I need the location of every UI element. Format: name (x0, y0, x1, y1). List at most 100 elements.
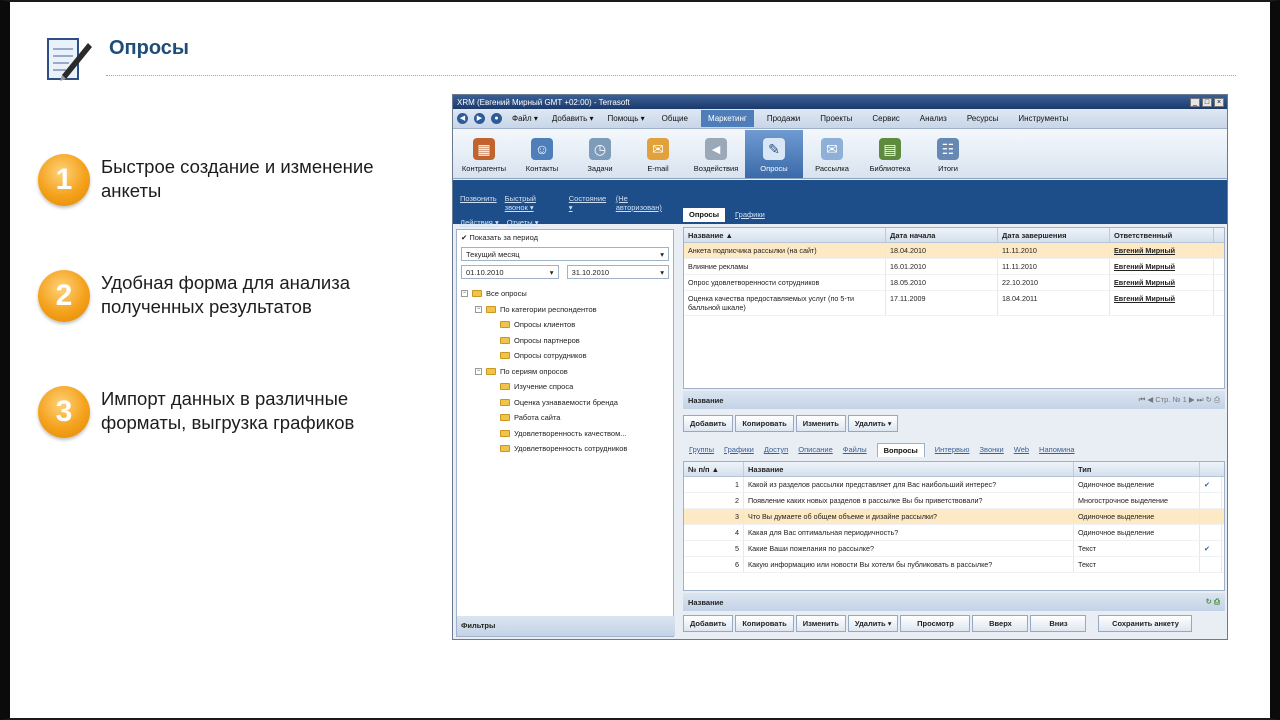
detail-tab[interactable]: Web (1014, 443, 1029, 457)
link-status[interactable]: Состояние ▾ (569, 194, 608, 212)
ribbon-campaigns[interactable]: ◄ Воздействия (687, 130, 745, 178)
tab-surveys[interactable]: Опросы (683, 208, 726, 222)
ribbon-mailing[interactable]: ✉ Рассылка (803, 130, 861, 178)
detail-tab[interactable]: Звонки (980, 443, 1004, 457)
detail-tab[interactable]: Интервью (935, 443, 970, 457)
copy-button[interactable]: Копировать (735, 415, 794, 432)
tab-sales[interactable]: Продажи (760, 110, 807, 127)
maximize-icon[interactable]: □ (1202, 97, 1212, 107)
detail-tab[interactable]: Вопросы (876, 443, 925, 457)
tree-node[interactable]: Оценка узнаваемости бренда (461, 395, 627, 411)
home-icon[interactable]: ● (491, 113, 502, 124)
date-from-field[interactable]: 01.10.2010 ▾ (461, 265, 559, 279)
date-to-field[interactable]: 31.10.2010 ▾ (566, 265, 669, 279)
detail-tab[interactable]: Описание (798, 443, 833, 457)
delete-button[interactable]: Удалить ▾ (847, 615, 899, 632)
preview-button[interactable]: Просмотр (900, 615, 971, 632)
tree-node[interactable]: Удовлетворенность сотрудников (461, 441, 627, 457)
edit-button[interactable]: Изменить (795, 415, 846, 432)
tree-node[interactable]: Работа сайта (461, 410, 627, 426)
ribbon-accounts[interactable]: ▦ Контрагенты (455, 130, 513, 178)
tree-node[interactable]: Опросы клиентов (461, 317, 627, 333)
ribbon-library[interactable]: ▤ Библиотека (861, 130, 919, 178)
table-row[interactable]: Оценка качества предоставляемых услуг (п… (684, 291, 1224, 316)
tab-tools[interactable]: Инструменты (1011, 110, 1075, 127)
ribbon-results[interactable]: ☷ Итоги (919, 130, 977, 178)
back-icon[interactable]: ◀ (457, 113, 468, 124)
tree-node[interactable]: Опросы партнеров (461, 333, 627, 349)
tree-node[interactable]: Удовлетворенность качеством... (461, 426, 627, 442)
menu-help[interactable]: Помощь ▾ (604, 112, 649, 125)
copy-button[interactable]: Копировать (735, 615, 794, 632)
link-actions[interactable]: Действия ▾ (460, 218, 499, 227)
expand-toggle-icon[interactable]: − (461, 290, 468, 298)
table-row[interactable]: 3 Что Вы думаете об общем объеме и дизайн… (684, 509, 1224, 525)
minimize-icon[interactable]: _ (1190, 97, 1200, 107)
filters-bar[interactable]: Фильтры (457, 616, 675, 636)
save-survey-button[interactable]: Сохранить анкету (1098, 615, 1193, 632)
col-end[interactable]: Дата завершения (998, 228, 1110, 242)
detail-tab[interactable]: Напомина (1039, 443, 1074, 457)
detail-tab[interactable]: Графики (724, 443, 754, 457)
table-row[interactable]: 1 Какой из разделов рассылки представляет… (684, 477, 1224, 493)
owner-cell[interactable]: Евгений Мирный (1110, 291, 1214, 315)
period-select[interactable]: Текущий месяц ▾ (461, 247, 669, 261)
table-row[interactable]: 2 Появление каких новых разделов в рассыл… (684, 493, 1224, 509)
refresh-icon[interactable]: ↻ (1206, 395, 1212, 404)
tab-marketing[interactable]: Маркетинг (700, 110, 754, 127)
menu-file[interactable]: Файл ▾ (508, 112, 542, 125)
close-icon[interactable]: × (1214, 97, 1224, 107)
move-up-button[interactable]: Вверх (972, 615, 1029, 632)
link-auth[interactable]: (Не авторизован) (616, 194, 670, 212)
tab-analysis[interactable]: Анализ (913, 110, 954, 127)
ribbon-surveys[interactable]: ✎ Опросы (745, 130, 803, 178)
owner-cell[interactable]: Евгений Мирный (1110, 243, 1214, 258)
forward-icon[interactable]: ▶ (474, 113, 485, 124)
ribbon-email[interactable]: ✉ E-mail (629, 130, 687, 178)
ribbon-tasks[interactable]: ◷ Задачи (571, 130, 629, 178)
tree-node[interactable]: Изучение спроса (461, 379, 627, 395)
detail-tab[interactable]: Группы (689, 443, 714, 457)
refresh-icon[interactable]: ↻ ⎙ (1206, 597, 1220, 607)
detail-tab[interactable]: Файлы (843, 443, 867, 457)
owner-cell[interactable]: Евгений Мирный (1110, 275, 1214, 290)
col-owner[interactable]: Ответственный (1110, 228, 1214, 242)
table-row[interactable]: Анкета подписчика рассылки (на сайт) 18.0… (684, 243, 1224, 259)
table-row[interactable]: Влияние рекламы 16.01.2010 11.11.2010 Евген… (684, 259, 1224, 275)
first-page-icon[interactable]: ⏮ (1139, 395, 1146, 404)
col-name[interactable]: Название ▲ (684, 228, 886, 242)
tree-node[interactable]: − По сериям опросов (461, 364, 627, 380)
prev-page-icon[interactable]: ◀ (1147, 395, 1153, 404)
print-icon[interactable]: ⎙ (1214, 395, 1220, 404)
table-row[interactable]: 6 Какую информацию или новости Вы хотели … (684, 557, 1224, 573)
delete-button[interactable]: Удалить ▾ (847, 415, 899, 432)
tab-service[interactable]: Сервис (865, 110, 906, 127)
move-down-button[interactable]: Вниз (1030, 615, 1087, 632)
add-button[interactable]: Добавить (683, 415, 734, 432)
tree-node[interactable]: Опросы сотрудников (461, 348, 627, 364)
tree-node[interactable]: − Все опросы (461, 286, 627, 302)
col-number[interactable]: № п/п ▲ (684, 462, 744, 476)
tab-general[interactable]: Общие (655, 110, 695, 127)
show-period-checkbox[interactable]: ✔ Показать за период (457, 230, 673, 245)
next-page-icon[interactable]: ▶ (1189, 395, 1195, 404)
link-call[interactable]: Позвонить (460, 194, 497, 212)
col-type[interactable]: Тип (1074, 462, 1200, 476)
tab-resources[interactable]: Ресурсы (960, 110, 1006, 127)
expand-toggle-icon[interactable]: − (475, 305, 482, 313)
tab-projects[interactable]: Проекты (813, 110, 859, 127)
detail-tab[interactable]: Доступ (764, 443, 788, 457)
add-button[interactable]: Добавить (683, 615, 734, 632)
table-row[interactable]: 5 Какие Ваши пожелания по рассылке? Текст ✔ (684, 541, 1224, 557)
link-quick-call[interactable]: Быстрый звонок ▾ (505, 194, 561, 212)
owner-cell[interactable]: Евгений Мирный (1110, 259, 1214, 274)
expand-toggle-icon[interactable]: − (475, 367, 482, 375)
tree-node[interactable]: − По категории респондентов (461, 302, 627, 318)
menu-add[interactable]: Добавить ▾ (548, 112, 598, 125)
col-question[interactable]: Название (744, 462, 1074, 476)
table-row[interactable]: Опрос удовлетворенности сотрудников 18.05… (684, 275, 1224, 291)
edit-button[interactable]: Изменить (795, 615, 846, 632)
last-page-icon[interactable]: ⏭ (1197, 395, 1204, 404)
col-start[interactable]: Дата начала (886, 228, 998, 242)
tab-charts[interactable]: Графики (729, 208, 771, 222)
